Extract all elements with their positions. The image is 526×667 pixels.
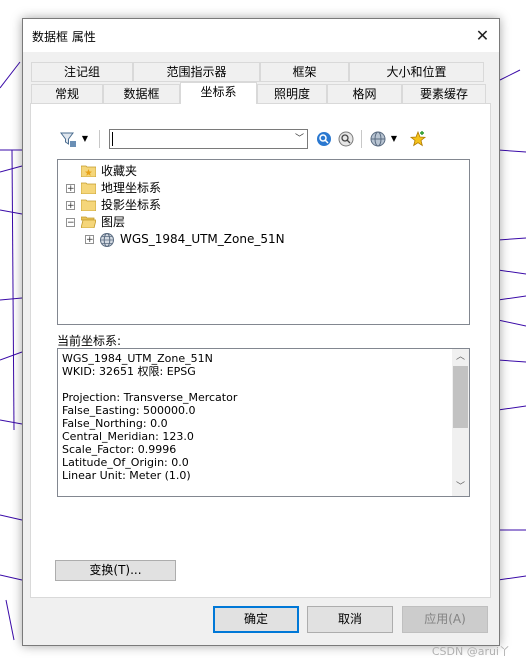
details-line: Scale_Factor: 0.9996 bbox=[62, 443, 177, 456]
tab-frame[interactable]: 框架 bbox=[260, 62, 349, 82]
tab-data-frame[interactable]: 数据框 bbox=[103, 84, 180, 104]
details-line: False_Easting: 500000.0 bbox=[62, 404, 196, 417]
details-line: Linear Unit: Meter (1.0) bbox=[62, 469, 191, 482]
tab-grids[interactable]: 格网 bbox=[327, 84, 402, 104]
expand-icon[interactable]: + bbox=[85, 235, 94, 245]
globe-icon[interactable] bbox=[369, 130, 387, 148]
filter-dropdown-arrow-icon[interactable]: ▼ bbox=[80, 130, 90, 148]
transform-button[interactable]: 变换(T)... bbox=[55, 560, 176, 581]
cancel-button[interactable]: 取消 bbox=[307, 606, 393, 633]
title-bar: 数据框 属性 ✕ bbox=[23, 19, 499, 52]
scroll-up-icon[interactable]: ︿ bbox=[452, 349, 469, 366]
tree-item-geographic-cs[interactable]: + 地理坐标系 bbox=[64, 180, 204, 197]
details-line: Latitude_Of_Origin: 0.0 bbox=[62, 456, 189, 469]
filter-icon[interactable] bbox=[59, 130, 77, 148]
details-line: WGS_1984_UTM_Zone_51N bbox=[62, 352, 213, 365]
watermark: CSDN @arui丫 bbox=[431, 645, 510, 658]
tree-item-label: 地理坐标系 bbox=[101, 181, 162, 195]
search-icon[interactable] bbox=[315, 130, 333, 148]
tab-illumination[interactable]: 照明度 bbox=[257, 84, 327, 104]
current-cs-label: 当前坐标系: bbox=[57, 334, 122, 348]
globe-dropdown-arrow-icon[interactable]: ▼ bbox=[389, 130, 399, 148]
details-line: False_Northing: 0.0 bbox=[62, 417, 168, 430]
open-folder-icon bbox=[80, 216, 97, 229]
tab-extent-indicators[interactable]: 范围指示器 bbox=[133, 62, 260, 82]
ok-button[interactable]: 确定 bbox=[213, 606, 299, 633]
clear-search-icon[interactable] bbox=[337, 130, 355, 148]
details-line: Central_Meridian: 123.0 bbox=[62, 430, 194, 443]
apply-button[interactable]: 应用(A) bbox=[402, 606, 488, 633]
tab-general[interactable]: 常规 bbox=[31, 84, 103, 104]
tree-item-label: 图层 bbox=[101, 215, 126, 229]
folder-icon bbox=[80, 182, 97, 195]
details-line: WKID: 32651 权限: EPSG bbox=[62, 365, 196, 378]
properties-dialog: 数据框 属性 ✕ 注记组 范围指示器 框架 大小和位置 常规 数据框 坐标系 照… bbox=[22, 18, 500, 646]
tab-annotation-groups[interactable]: 注记组 bbox=[31, 62, 133, 82]
scroll-thumb[interactable] bbox=[453, 366, 468, 428]
globe-icon bbox=[99, 232, 115, 248]
details-scrollbar[interactable]: ︿ ﹀ bbox=[452, 349, 469, 496]
dialog-title: 数据框 属性 bbox=[32, 30, 96, 44]
tree-item-layers[interactable]: − 图层 bbox=[64, 214, 204, 231]
text-cursor bbox=[112, 132, 113, 146]
tree-item-label: 收藏夹 bbox=[101, 164, 138, 178]
tree-item-label: WGS_1984_UTM_Zone_51N bbox=[120, 232, 285, 246]
coordinate-system-tree[interactable]: 收藏夹 + 地理坐标系 + 投影坐标系 − 图层 + WGS_1984_UTM_… bbox=[57, 159, 470, 325]
search-input[interactable] bbox=[110, 130, 293, 148]
tree-item-wgs-utm-51n[interactable]: + WGS_1984_UTM_Zone_51N bbox=[85, 231, 285, 248]
tree-item-projected-cs[interactable]: + 投影坐标系 bbox=[64, 197, 204, 214]
expand-icon[interactable]: + bbox=[66, 184, 75, 194]
folder-icon bbox=[80, 199, 97, 212]
tab-coordinate-system[interactable]: 坐标系 bbox=[180, 82, 257, 104]
tree-item-label: 投影坐标系 bbox=[101, 198, 162, 212]
toolbar-separator bbox=[361, 130, 362, 148]
toolbar-separator bbox=[99, 130, 100, 148]
expand-icon[interactable]: + bbox=[66, 201, 75, 211]
collapse-icon[interactable]: − bbox=[66, 218, 75, 228]
tab-size-position[interactable]: 大小和位置 bbox=[349, 62, 484, 82]
favorites-folder-icon bbox=[80, 165, 97, 178]
add-favorite-icon[interactable] bbox=[409, 130, 427, 148]
tab-feature-cache[interactable]: 要素缓存 bbox=[402, 84, 486, 104]
search-combobox[interactable]: ﹀ bbox=[109, 129, 308, 149]
current-cs-details[interactable]: WGS_1984_UTM_Zone_51N WKID: 32651 权限: EP… bbox=[57, 348, 470, 497]
chevron-down-icon[interactable]: ﹀ bbox=[295, 131, 304, 147]
details-line: Projection: Transverse_Mercator bbox=[62, 391, 238, 404]
close-button[interactable]: ✕ bbox=[466, 19, 499, 52]
scroll-down-icon[interactable]: ﹀ bbox=[452, 479, 469, 496]
